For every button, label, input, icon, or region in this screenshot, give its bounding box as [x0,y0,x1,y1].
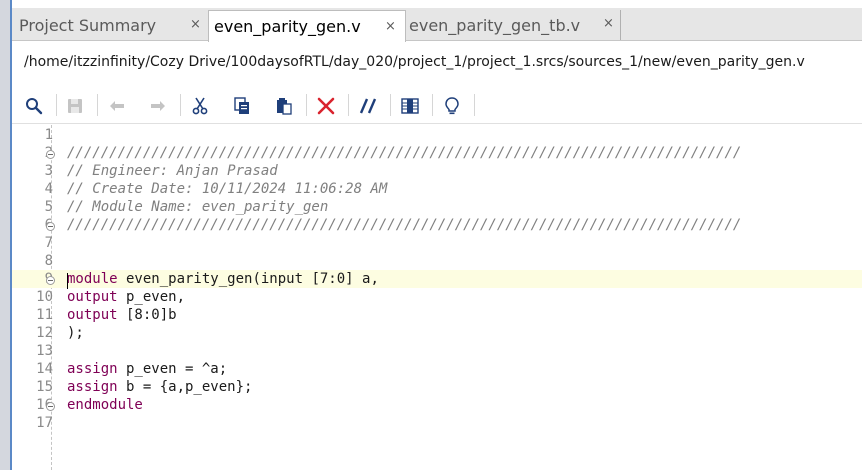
code-line: 1 [12,126,862,144]
code-line: 7 [12,234,862,252]
line-number: 4 [44,181,53,197]
toolbar-separator [97,94,98,116]
code-line-current: 9 module even_parity_gen(input [7:0] a, [12,270,862,288]
close-icon[interactable]: × [385,19,396,34]
code-line: 3 // Engineer: Anjan Prasad [12,162,862,180]
keyword: output [67,307,118,323]
code-line: 13 [12,342,862,360]
tab-label: even_parity_gen_tb.v [409,15,581,35]
line-number: 7 [44,235,53,251]
tab-label: Project Summary [19,15,157,35]
code-line: 12 ); [12,324,862,342]
undo-icon[interactable] [107,96,127,116]
code-line: 8 [12,252,862,270]
code-rest: [8:0]b [117,307,177,323]
line-number: 10 [36,289,53,305]
code-rest: b = {a,p_even}; [117,379,253,395]
line-number: 14 [36,361,53,377]
code-comment: ////////////////////////////////////////… [67,145,742,161]
keyword: assign [67,361,118,377]
line-number: 1 [44,127,53,143]
toolbar-separator [306,94,307,116]
code-editor[interactable]: 1 2 ////////////////////////////////////… [12,125,862,470]
code-line: 14 assign p_even = ^a; [12,360,862,378]
toolbar-separator [432,94,433,116]
delete-icon[interactable] [316,96,336,116]
code-line: 10 output p_even, [12,288,862,306]
tab-even-parity-gen[interactable]: even_parity_gen.v × [208,10,406,42]
code-text: ); [67,325,84,341]
line-number: 12 [36,325,53,341]
line-number: 3 [44,163,53,179]
left-panel-edge [0,0,12,470]
toolbar-separator [474,94,475,116]
code-text: assign b = {a,p_even}; [67,378,252,396]
comment-toggle-icon[interactable] [358,96,378,116]
code-line: 16 endmodule [12,396,862,414]
code-text: module even_parity_gen(input [7:0] a, [67,270,379,288]
redo-icon[interactable] [148,96,168,116]
toolbar-separator [390,94,391,116]
code-comment: // Engineer: Anjan Prasad [67,163,278,179]
toolbar-separator [348,94,349,116]
editor-tab-bar: Project Summary × even_parity_gen.v × ev… [12,8,862,42]
keyword: module [67,271,118,287]
hint-icon[interactable] [442,96,462,116]
keyword: endmodule [67,397,143,413]
line-number: 8 [44,253,53,269]
close-icon[interactable]: × [603,16,614,31]
keyword: output [67,289,118,305]
line-number: 11 [36,307,53,323]
keyword: assign [67,379,118,395]
text-cursor [67,273,68,289]
code-line: 4 // Create Date: 10/11/2024 11:06:28 AM [12,180,862,198]
code-text: output [8:0]b [67,306,177,324]
code-text: assign p_even = ^a; [67,360,227,378]
line-number: 5 [44,199,53,215]
code-text: endmodule [67,396,143,414]
column-select-icon[interactable] [400,96,420,116]
close-icon[interactable]: × [190,17,201,32]
code-line: 5 // Module Name: even_parity_gen [12,198,862,216]
code-line: 17 [12,414,862,432]
search-icon[interactable] [24,96,44,116]
fold-toggle-icon[interactable] [46,222,55,231]
paste-icon[interactable] [274,96,294,116]
tab-label: even_parity_gen.v [214,17,361,36]
code-line: 15 assign b = {a,p_even}; [12,378,862,396]
tab-even-parity-gen-tb[interactable]: even_parity_gen_tb.v × [407,10,621,40]
tab-project-summary[interactable]: Project Summary × [12,10,206,40]
editor-toolbar [12,86,862,124]
code-rest: p_even, [117,289,186,305]
fold-toggle-icon[interactable] [46,150,55,159]
code-rest: p_even = ^a; [117,361,228,377]
code-line: 6 //////////////////////////////////////… [12,216,862,234]
toolbar-separator [56,94,57,116]
cut-icon[interactable] [190,96,210,116]
code-line: 2 //////////////////////////////////////… [12,144,862,162]
code-rest: even_parity_gen(input [7:0] a, [117,271,379,287]
fold-toggle-icon[interactable] [46,276,55,285]
line-number: 13 [36,343,53,359]
code-comment: // Module Name: even_parity_gen [67,199,329,215]
code-comment: ////////////////////////////////////////… [67,217,742,233]
save-icon[interactable] [65,96,85,116]
line-number: 17 [36,415,53,431]
code-text: output p_even, [67,288,185,306]
toolbar-separator [180,94,181,116]
code-line: 11 output [8:0]b [12,306,862,324]
line-number: 15 [36,379,53,395]
fold-toggle-icon[interactable] [46,402,55,411]
code-comment: // Create Date: 10/11/2024 11:06:28 AM [67,181,388,197]
file-path: /home/itzzinfinity/Cozy Drive/100daysofR… [24,54,805,70]
copy-icon[interactable] [232,96,252,116]
